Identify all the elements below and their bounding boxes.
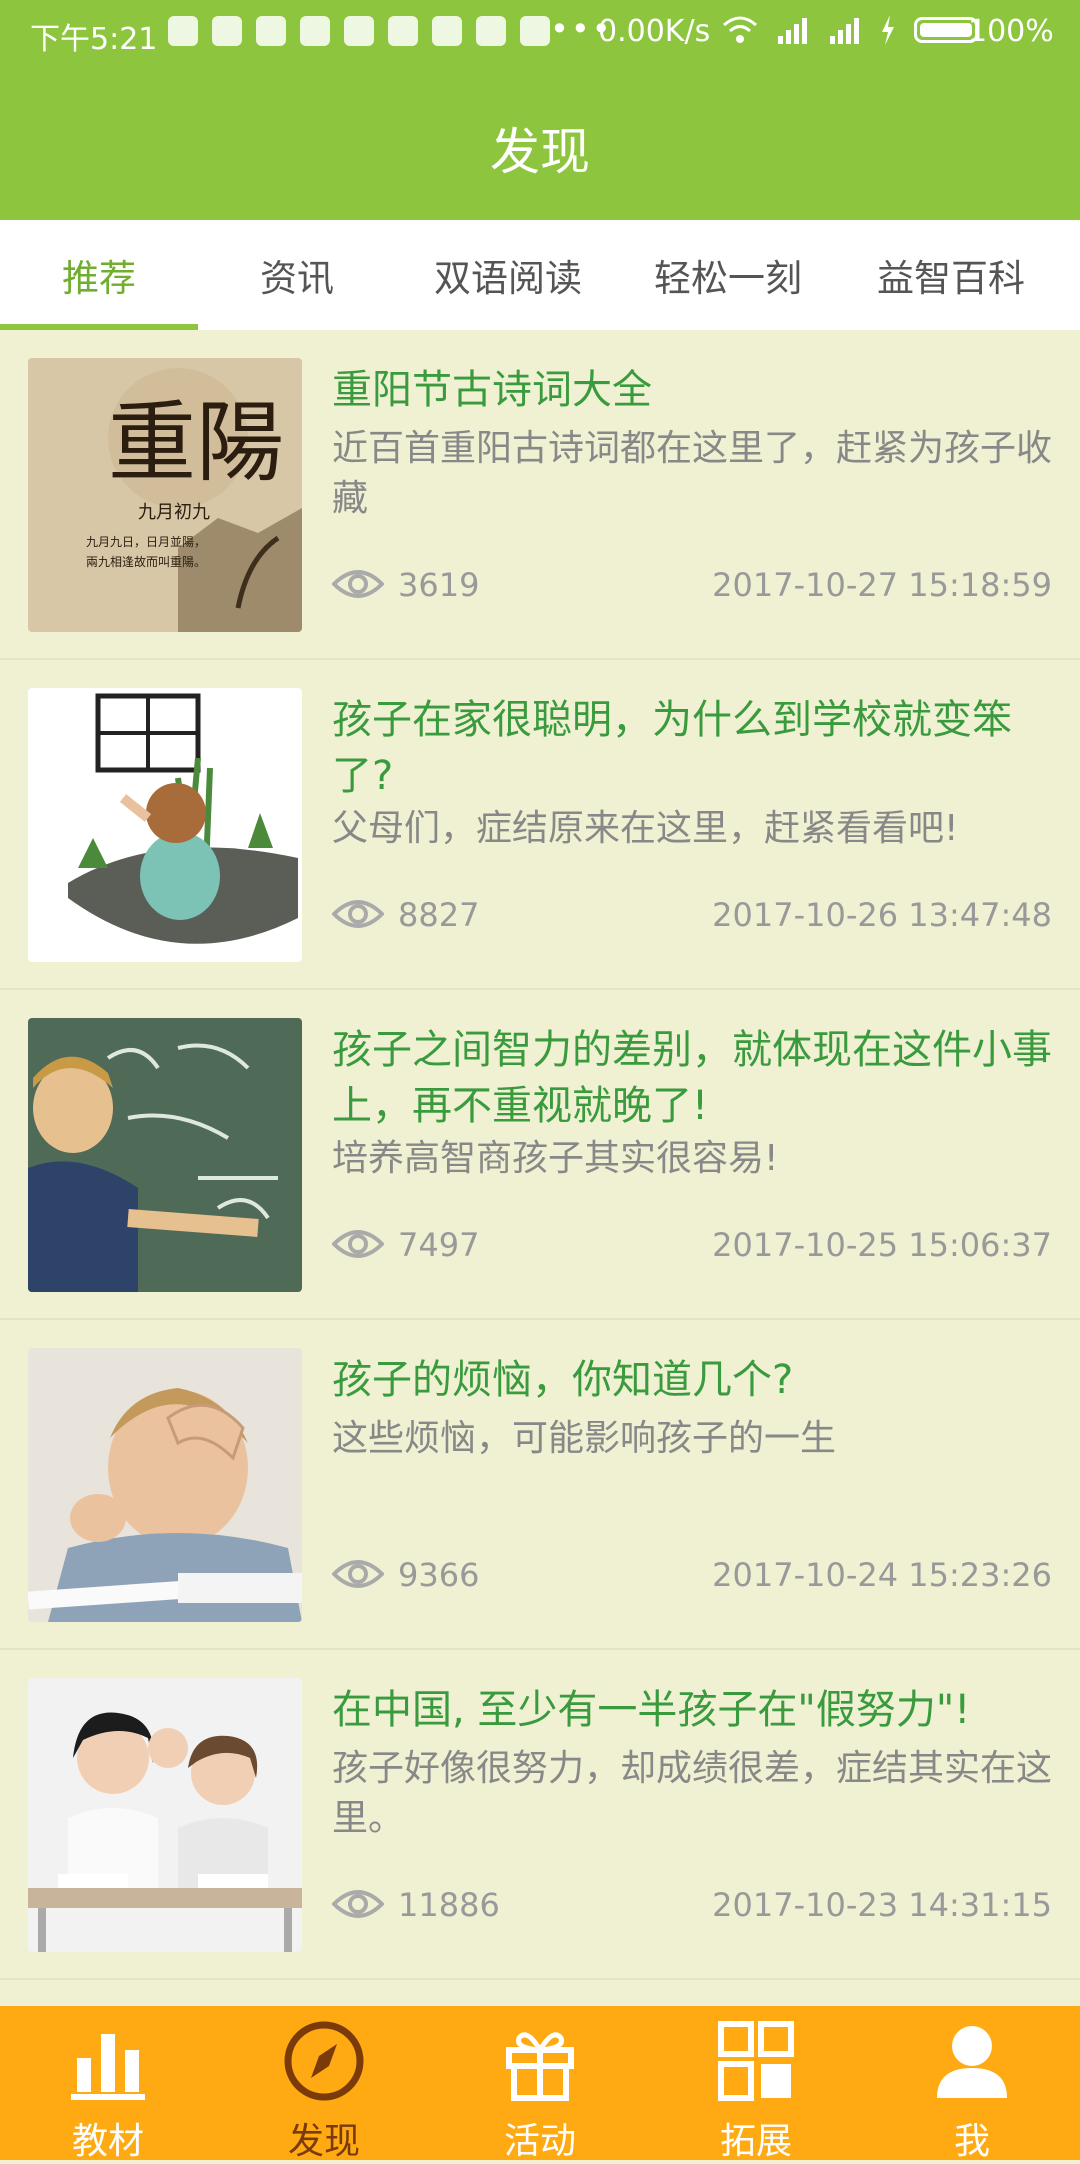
- article-card[interactable]: 在中国, 至少有一半孩子在"假努力"! 孩子好像很努力，却成绩很差，症结其实在这…: [0, 1650, 1080, 1980]
- view-count: 7497: [398, 1226, 480, 1264]
- eye-icon: [332, 570, 384, 598]
- notification-icon: [256, 16, 286, 46]
- article-description: 近百首重阳古诗词都在这里了，赶紧为孩子收藏: [332, 428, 1053, 519]
- poster-line: 兩九相逢故而叫重陽。: [86, 554, 206, 569]
- view-count: 9366: [398, 1556, 480, 1594]
- article-description: 父母们，症结原来在这里，赶紧看看吧!: [332, 808, 959, 849]
- article-thumbnail: [28, 1348, 302, 1622]
- article-list: 重陽 九月初九 九月九日，日月並陽， 兩九相逢故而叫重陽。 重阳节古诗词大全 近…: [0, 330, 1080, 1980]
- signal-icon: [778, 18, 807, 44]
- nav-item-textbook[interactable]: 教材: [0, 2006, 216, 2162]
- eye-icon: [332, 900, 384, 928]
- publish-date: 2017-10-25 15:06:37: [712, 1226, 1052, 1264]
- app-bar: 发现: [0, 66, 1080, 220]
- boy-at-chalkboard-photo: [28, 1018, 302, 1292]
- tab-puzzle-encyclopedia[interactable]: 益智百科: [836, 220, 1066, 330]
- article-card[interactable]: 孩子之间智力的差别，就体现在这件小事上，再不重视就晚了! 培养高智商孩子其实很容…: [0, 990, 1080, 1320]
- gift-icon: [506, 2032, 574, 2101]
- article-description: 这些烦恼，可能影响孩子的一生: [332, 1418, 837, 1459]
- nav-label: 发现: [287, 2121, 360, 2162]
- article-meta: 3619 2017-10-27 15:18:59: [332, 558, 1052, 618]
- notification-icon: [476, 16, 506, 46]
- publish-date: 2017-10-26 13:47:48: [712, 896, 1052, 934]
- bottom-navigation: 教材 发现 活动 拓展 我: [0, 2006, 1080, 2162]
- article-thumbnail: [28, 1678, 302, 1952]
- nav-label: 我: [953, 2121, 990, 2162]
- article-thumbnail: [28, 1018, 302, 1292]
- nav-item-activity[interactable]: 活动: [432, 2006, 648, 2162]
- eye-icon: [332, 1890, 384, 1918]
- article-description: 孩子好像很努力，却成绩很差，症结其实在这里。: [332, 1748, 1053, 1839]
- article-title[interactable]: 孩子在家很聪明，为什么到学校就变笨了?: [332, 692, 1052, 804]
- article-title[interactable]: 孩子的烦恼，你知道几个?: [332, 1352, 1052, 1408]
- article-meta: 7497 2017-10-25 15:06:37: [332, 1218, 1052, 1278]
- article-description: 培养高智商孩子其实很容易!: [332, 1138, 779, 1179]
- tab-news[interactable]: 资讯: [198, 220, 396, 330]
- status-bar: 下午5:21 ••• 0.00K/s 100%: [0, 0, 1080, 66]
- poster-calligraphy: 重陽: [108, 391, 284, 494]
- compass-icon: [284, 2021, 364, 2101]
- poster-line: 九月九日，日月並陽，: [86, 535, 206, 549]
- article-card[interactable]: 孩子在家很聪明，为什么到学校就变笨了? 父母们，症结原来在这里，赶紧看看吧! 8…: [0, 660, 1080, 990]
- grid-icon: [718, 2021, 794, 2101]
- wifi-icon: [723, 16, 757, 43]
- eye-icon: [332, 1230, 384, 1258]
- article-title[interactable]: 在中国, 至少有一半孩子在"假努力"!: [332, 1682, 1052, 1738]
- charging-icon: [882, 15, 894, 45]
- notification-icon: [344, 16, 374, 46]
- signal-icon: [830, 18, 859, 44]
- nav-item-me[interactable]: 我: [864, 2006, 1080, 2162]
- notification-icon: [300, 16, 330, 46]
- article-meta: 9366 2017-10-24 15:23:26: [332, 1548, 1052, 1608]
- nav-label: 教材: [71, 2121, 144, 2162]
- article-card[interactable]: 孩子的烦恼，你知道几个? 这些烦恼，可能影响孩子的一生 9366 2017-10…: [0, 1320, 1080, 1650]
- notification-icon: [212, 16, 242, 46]
- category-tabs: 推荐 资讯 双语阅读 轻松一刻 益智百科: [0, 220, 1080, 330]
- network-speed: 0.00K/s: [598, 14, 711, 49]
- bar-chart-icon: [71, 2034, 145, 2100]
- tab-relax-moment[interactable]: 轻松一刻: [620, 220, 836, 330]
- nav-label: 拓展: [719, 2121, 792, 2162]
- publish-date: 2017-10-27 15:18:59: [712, 566, 1052, 604]
- article-meta: 8827 2017-10-26 13:47:48: [332, 888, 1052, 948]
- view-count: 8827: [398, 896, 480, 934]
- article-card[interactable]: 重陽 九月初九 九月九日，日月並陽， 兩九相逢故而叫重陽。 重阳节古诗词大全 近…: [0, 330, 1080, 660]
- article-title[interactable]: 孩子之间智力的差别，就体现在这件小事上，再不重视就晚了!: [332, 1022, 1052, 1134]
- nav-item-extension[interactable]: 拓展: [648, 2006, 864, 2162]
- chongyang-poster-image: 重陽 九月初九 九月九日，日月並陽， 兩九相逢故而叫重陽。: [28, 358, 302, 632]
- eye-icon: [332, 1560, 384, 1588]
- page-title: 发现: [490, 123, 590, 181]
- system-icons: [722, 15, 978, 45]
- notification-icons: [168, 16, 550, 46]
- notification-icon: [388, 16, 418, 46]
- article-thumbnail: [28, 688, 302, 962]
- notification-icon: [432, 16, 462, 46]
- nav-item-discover[interactable]: 发现: [216, 2006, 432, 2162]
- status-time: 下午5:21: [30, 22, 158, 57]
- poster-subtitle: 九月初九: [138, 502, 210, 523]
- notification-icon: [168, 16, 198, 46]
- tab-recommend[interactable]: 推荐: [0, 220, 198, 330]
- person-icon: [937, 2026, 1007, 2098]
- nav-label: 活动: [503, 2121, 576, 2162]
- article-title[interactable]: 重阳节古诗词大全: [332, 362, 1052, 418]
- battery-percent: 100%: [968, 14, 1054, 49]
- notification-icon: [520, 16, 550, 46]
- students-in-class-photo: [28, 1678, 302, 1952]
- article-thumbnail: 重陽 九月初九 九月九日，日月並陽， 兩九相逢故而叫重陽。: [28, 358, 302, 632]
- frustrated-boy-photo: [28, 1348, 302, 1622]
- article-meta: 11886 2017-10-23 14:31:15: [332, 1878, 1052, 1938]
- view-count: 11886: [398, 1886, 500, 1924]
- girl-at-window-illustration: [28, 688, 302, 962]
- view-count: 3619: [398, 566, 480, 604]
- tab-bilingual-reading[interactable]: 双语阅读: [396, 220, 620, 330]
- publish-date: 2017-10-23 14:31:15: [712, 1886, 1052, 1924]
- publish-date: 2017-10-24 15:23:26: [712, 1556, 1052, 1594]
